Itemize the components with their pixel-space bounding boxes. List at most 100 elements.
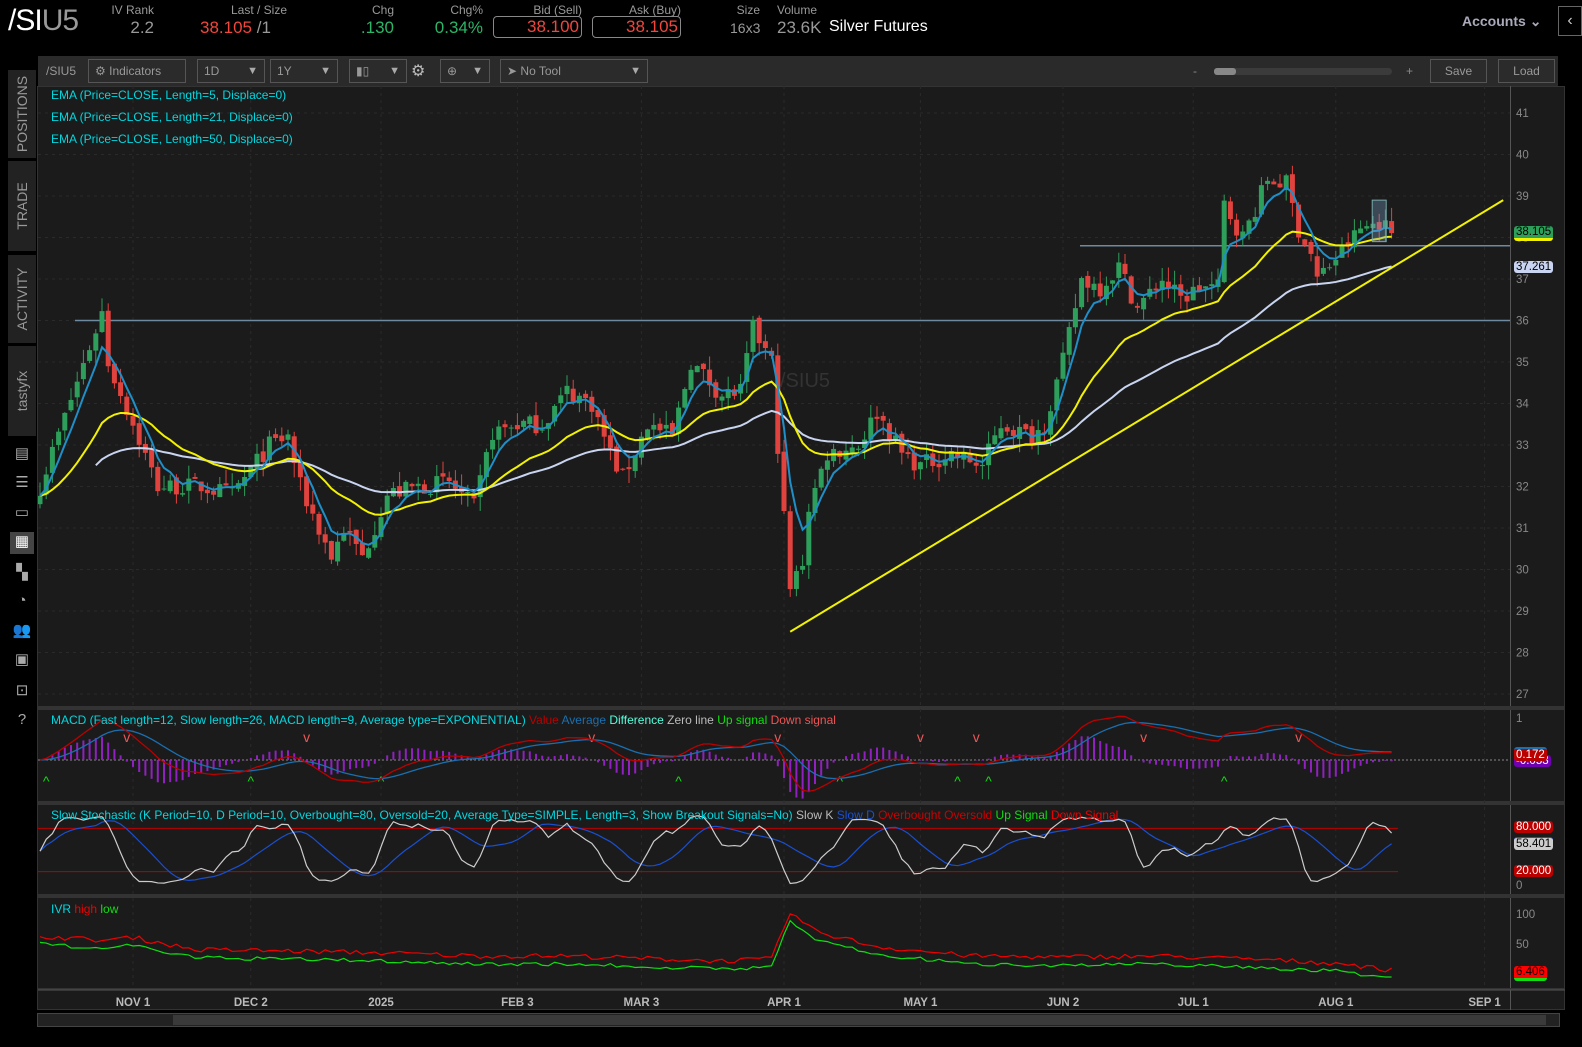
candle-body (93, 333, 98, 350)
candle-body (273, 434, 278, 438)
macd-up-signal-icon: ^ (43, 773, 50, 789)
collapse-panel-button[interactable]: ‹ (1558, 6, 1582, 36)
aggregation-select[interactable]: 1D ▼ (197, 59, 265, 83)
indicators-button[interactable]: ⚙ Indicators (88, 59, 186, 83)
drawing-tool-select[interactable]: ➤ No Tool▼ (500, 59, 648, 83)
macd-legend[interactable]: MACD (Fast length=12, Slow length=26, MA… (51, 713, 836, 727)
candle-body (751, 320, 756, 352)
calendar-icon[interactable]: ▣ (10, 650, 34, 672)
price-axis-tick: 33 (1516, 440, 1529, 452)
macd-down-signal-icon: v (917, 729, 924, 745)
candle-body (1085, 276, 1090, 288)
zoom-slider-handle[interactable] (1214, 68, 1236, 75)
horizontal-scrollbar[interactable] (37, 1013, 1560, 1027)
candle-body (875, 417, 880, 419)
date-axis-tick: DEC 2 (234, 997, 268, 1009)
fi-icon[interactable]: ⊡ (10, 681, 34, 703)
save-button[interactable]: Save (1430, 59, 1487, 83)
candle-body (906, 452, 911, 454)
candle-body (441, 473, 446, 476)
legend-slow-d: Slow D (837, 808, 875, 822)
candle-body (757, 318, 762, 343)
range-select[interactable]: 1Y▼ (270, 59, 338, 83)
ema21-legend[interactable]: EMA (Price=CLOSE, Length=21, Displace=0) (51, 110, 293, 124)
candle-body (534, 415, 539, 433)
date-axis-tick: MAY 1 (903, 997, 937, 1009)
candle-body (1166, 282, 1171, 288)
tv-icon[interactable]: ▭ (10, 503, 34, 525)
legend-slow-k: Slow K (796, 808, 833, 822)
candle-body (131, 416, 136, 426)
candle-body (335, 542, 340, 562)
candle-body (1116, 262, 1121, 278)
tab-activity[interactable]: ACTIVITY (8, 255, 36, 343)
last-price: 38.105 (200, 18, 252, 37)
zoom-out-button[interactable]: - (1193, 64, 1197, 78)
candle-body (1079, 278, 1084, 307)
zoom-in-button[interactable]: + (1406, 64, 1413, 78)
scrollbar-thumb[interactable] (173, 1015, 1546, 1025)
price-axis-tick: 39 (1516, 191, 1529, 203)
candle-body (1067, 327, 1072, 355)
price-axis-tick: 41 (1516, 108, 1529, 120)
candle-body (193, 477, 198, 479)
macd-title: MACD (Fast length=12, Slow length=26, MA… (51, 713, 526, 727)
candle-body (1321, 268, 1326, 274)
help-icon[interactable]: ? (10, 711, 34, 733)
candle-body (310, 505, 315, 514)
tab-tastyfx[interactable]: tastyfx (8, 346, 36, 436)
candle-body (329, 541, 334, 560)
accounts-menu[interactable]: Accounts ⌄ (1462, 13, 1541, 30)
load-button[interactable]: Load (1498, 59, 1555, 83)
legend-low: low (100, 902, 118, 916)
aggregation-value: 1D (204, 64, 219, 78)
size-value: 16x3 (730, 20, 760, 36)
date-axis-tick: AUG 1 (1318, 997, 1354, 1009)
candle-body (1309, 242, 1314, 254)
bid-button[interactable]: 38.100 (493, 16, 582, 38)
price-axis-tick: 29 (1516, 606, 1529, 618)
stoch-legend[interactable]: Slow Stochastic (K Period=10, D Period=1… (51, 808, 1118, 822)
chart-type-select[interactable]: ▮▯ ▼ (349, 59, 407, 83)
price-axis-tick: 37 (1516, 274, 1529, 286)
stoch-axis-tick: 0 (1516, 880, 1522, 892)
macd-down-signal-icon: v (588, 729, 595, 745)
macd-up-signal-icon: ^ (675, 773, 682, 789)
ema50-legend[interactable]: EMA (Price=CLOSE, Length=50, Displace=0) (51, 132, 293, 146)
ivr-title: IVR (51, 902, 71, 916)
candle-body (992, 435, 997, 444)
zoom-slider[interactable] (1214, 68, 1392, 75)
analysis-icon[interactable]: ▤ (10, 444, 34, 466)
candle-body (558, 395, 563, 403)
caret-down-icon: ▼ (389, 60, 400, 82)
tab-positions[interactable]: POSITIONS (8, 70, 36, 158)
ivr-legend[interactable]: IVR high low (51, 902, 118, 916)
list-icon[interactable]: ☰ (10, 473, 34, 495)
ema5-legend[interactable]: EMA (Price=CLOSE, Length=5, Displace=0) (51, 88, 286, 102)
macd-average-line (40, 723, 1392, 779)
drawing-style-select[interactable]: ⊕▼ (440, 59, 490, 83)
settings-gear-icon[interactable]: ⚙ (411, 61, 425, 81)
chart-icon[interactable]: ▦ (10, 532, 34, 554)
candlestick-icon: ▮▯ (356, 64, 369, 78)
date-axis-tick: JUL 1 (1178, 997, 1210, 1009)
candle-body (850, 447, 855, 453)
macd-up-signal-icon: ^ (378, 773, 385, 789)
volume-value: 23.6K (777, 18, 821, 38)
candle-body (69, 400, 74, 410)
date-axis-tick: MAR 3 (624, 997, 660, 1009)
chgpct-value: 0.34% (420, 18, 483, 38)
candle-body (410, 484, 415, 486)
caret-down-icon: ▼ (247, 60, 258, 82)
community-icon[interactable]: 👥 (10, 621, 34, 643)
grid-icon[interactable]: ▚ (10, 563, 34, 585)
price-chart[interactable]: 414039383736353433323130292827NOV 1DEC 2… (38, 86, 1565, 1010)
macd-up-signal-icon: ^ (837, 773, 844, 789)
candle-body (1011, 430, 1016, 436)
tab-trade[interactable]: TRADE (8, 161, 36, 251)
legend-down-signal: Down Signal (1051, 808, 1118, 822)
clock-icon[interactable]: ◔ (10, 592, 34, 614)
ask-button[interactable]: 38.105 (592, 16, 681, 38)
ask-label: Ask (Buy) (600, 3, 681, 17)
candle-body (149, 450, 154, 467)
